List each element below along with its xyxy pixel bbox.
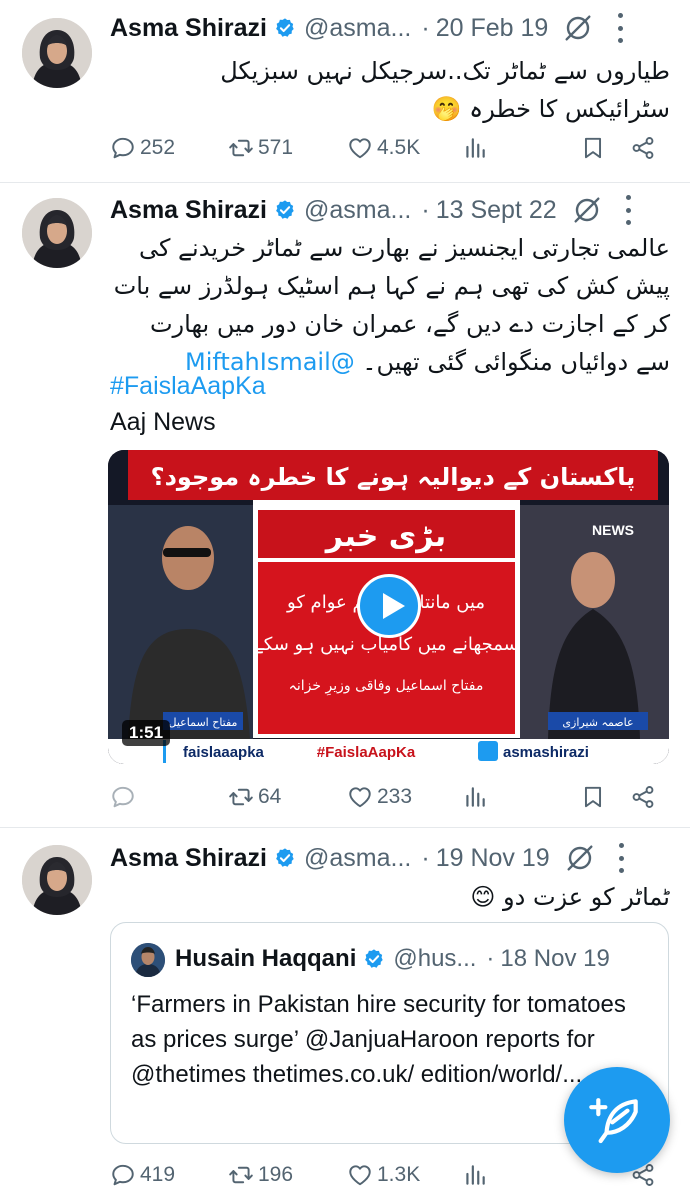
- repost-button[interactable]: 571: [228, 128, 293, 168]
- video-ticker-right: asmashirazi: [503, 744, 589, 761]
- like-count: 233: [377, 785, 413, 808]
- author-name[interactable]: Asma Shirazi: [110, 14, 267, 43]
- views-icon: [462, 135, 488, 161]
- like-icon: [347, 784, 373, 810]
- reply-button[interactable]: [110, 777, 136, 817]
- grok-icon[interactable]: [571, 194, 603, 226]
- repost-icon: [228, 1162, 254, 1188]
- video-left-label: مفتاح اسماعیل: [169, 716, 238, 729]
- views-icon: [462, 784, 488, 810]
- video-attribution: مفتاح اسماعیل وفاقی وزیرِ خزانہ: [289, 678, 484, 695]
- like-button[interactable]: 4.5K: [347, 128, 420, 168]
- repost-count: 64: [258, 785, 282, 808]
- tweet-actions: 64 233: [110, 777, 670, 817]
- verified-icon: [274, 847, 296, 869]
- grok-icon[interactable]: [562, 12, 594, 44]
- reply-count: 419: [140, 1163, 176, 1186]
- views-button[interactable]: [462, 777, 488, 817]
- tweet-text: ٹماٹر کو عزت دو 😊: [470, 883, 670, 911]
- tweet-date[interactable]: 13 Sept 22: [436, 196, 557, 225]
- verified-icon: [274, 17, 296, 39]
- tweet-1[interactable]: Asma Shirazi @asma... · 20 Feb 19 طیاروں…: [0, 0, 690, 183]
- views-button[interactable]: [462, 1155, 488, 1195]
- tweet-date[interactable]: 19 Nov 19: [436, 844, 550, 873]
- tweet-date[interactable]: 20 Feb 19: [436, 14, 549, 43]
- verified-icon: [363, 948, 385, 970]
- bookmark-button[interactable]: [580, 777, 606, 817]
- separator: ·: [421, 843, 430, 872]
- bookmark-icon: [580, 135, 606, 161]
- reply-icon: [110, 784, 136, 810]
- avatar[interactable]: [22, 845, 92, 915]
- separator: ·: [486, 945, 495, 972]
- bookmark-icon: [580, 784, 606, 810]
- quoted-text: ‘Farmers in Pakistan hire security for t…: [131, 991, 626, 1088]
- tweet-actions: 252 571 4.5K: [110, 128, 670, 168]
- tweet-header: Asma Shirazi @asma... · 13 Sept 22: [110, 190, 670, 230]
- avatar[interactable]: [22, 18, 92, 88]
- grok-icon[interactable]: [564, 842, 596, 874]
- quoted-author-name[interactable]: Husain Haqqani: [175, 945, 356, 973]
- verified-icon: [274, 199, 296, 221]
- like-button[interactable]: 1.3K: [347, 1155, 420, 1195]
- author-handle[interactable]: @asma...: [304, 844, 411, 873]
- video-ticker-mid: #FaislaAapKa: [317, 744, 416, 761]
- author-name[interactable]: Asma Shirazi: [110, 844, 267, 873]
- more-icon[interactable]: [616, 843, 628, 873]
- quoted-date: 18 Nov 19: [500, 945, 610, 972]
- repost-button[interactable]: 196: [228, 1155, 293, 1195]
- tweet-text: طیاروں سے ٹماٹر تک..سرجیکل نہیں سبزیکل س…: [220, 57, 670, 123]
- tweet-header: Asma Shirazi @asma... · 19 Nov 19: [110, 838, 670, 878]
- avatar[interactable]: [22, 198, 92, 268]
- separator: ·: [421, 13, 430, 42]
- repost-icon: [228, 135, 254, 161]
- author-name[interactable]: Asma Shirazi: [110, 196, 267, 225]
- video-channel: NEWS: [592, 522, 634, 538]
- quoted-avatar[interactable]: [131, 943, 165, 977]
- repost-icon: [228, 784, 254, 810]
- source-text: Aaj News: [110, 408, 216, 436]
- more-icon[interactable]: [614, 13, 626, 43]
- share-icon: [630, 784, 656, 810]
- repost-count: 196: [258, 1163, 294, 1186]
- tweet-header: Asma Shirazi @asma... · 20 Feb 19: [110, 8, 670, 48]
- like-count: 1.3K: [377, 1163, 421, 1186]
- author-handle[interactable]: @asma...: [304, 14, 411, 43]
- like-count: 4.5K: [377, 136, 421, 159]
- quoted-author-handle[interactable]: @hus...: [393, 945, 476, 973]
- share-icon: [630, 135, 656, 161]
- video-duration: 1:51: [122, 720, 171, 746]
- repost-button[interactable]: 64: [228, 777, 281, 817]
- repost-count: 571: [258, 136, 294, 159]
- like-button[interactable]: 233: [347, 777, 412, 817]
- share-button[interactable]: [630, 128, 656, 168]
- reply-button[interactable]: 252: [110, 128, 175, 168]
- separator: ·: [421, 195, 430, 224]
- video-headline: پاکستان کے دیوالیہ ہونے کا خطرہ موجود؟: [151, 463, 636, 491]
- bookmark-button[interactable]: [580, 128, 606, 168]
- reply-icon: [110, 135, 136, 161]
- views-button[interactable]: [462, 128, 488, 168]
- views-icon: [462, 1162, 488, 1188]
- like-icon: [347, 135, 373, 161]
- video-breaking: بڑی خبر: [324, 519, 446, 554]
- video-right-label: عاصمہ شیرازی: [562, 716, 633, 729]
- hashtag-link[interactable]: #FaislaAapKa: [110, 372, 266, 401]
- like-icon: [347, 1162, 373, 1188]
- share-button[interactable]: [630, 777, 656, 817]
- more-icon[interactable]: [623, 195, 635, 225]
- reply-count: 252: [140, 136, 176, 159]
- quoted-header: Husain Haqqani @hus... · 18 Nov 19: [175, 939, 656, 979]
- author-handle[interactable]: @asma...: [304, 196, 411, 225]
- video-ticker-left: faislaaapka: [183, 744, 265, 761]
- play-button[interactable]: [357, 574, 421, 638]
- reply-icon: [110, 1162, 136, 1188]
- compose-button[interactable]: [564, 1067, 670, 1173]
- reply-button[interactable]: 419: [110, 1155, 175, 1195]
- tweet-text: عالمی تجارتی ایجنسیز نے بھارت سے ٹماٹر خ…: [110, 229, 670, 381]
- compose-icon: [589, 1098, 638, 1144]
